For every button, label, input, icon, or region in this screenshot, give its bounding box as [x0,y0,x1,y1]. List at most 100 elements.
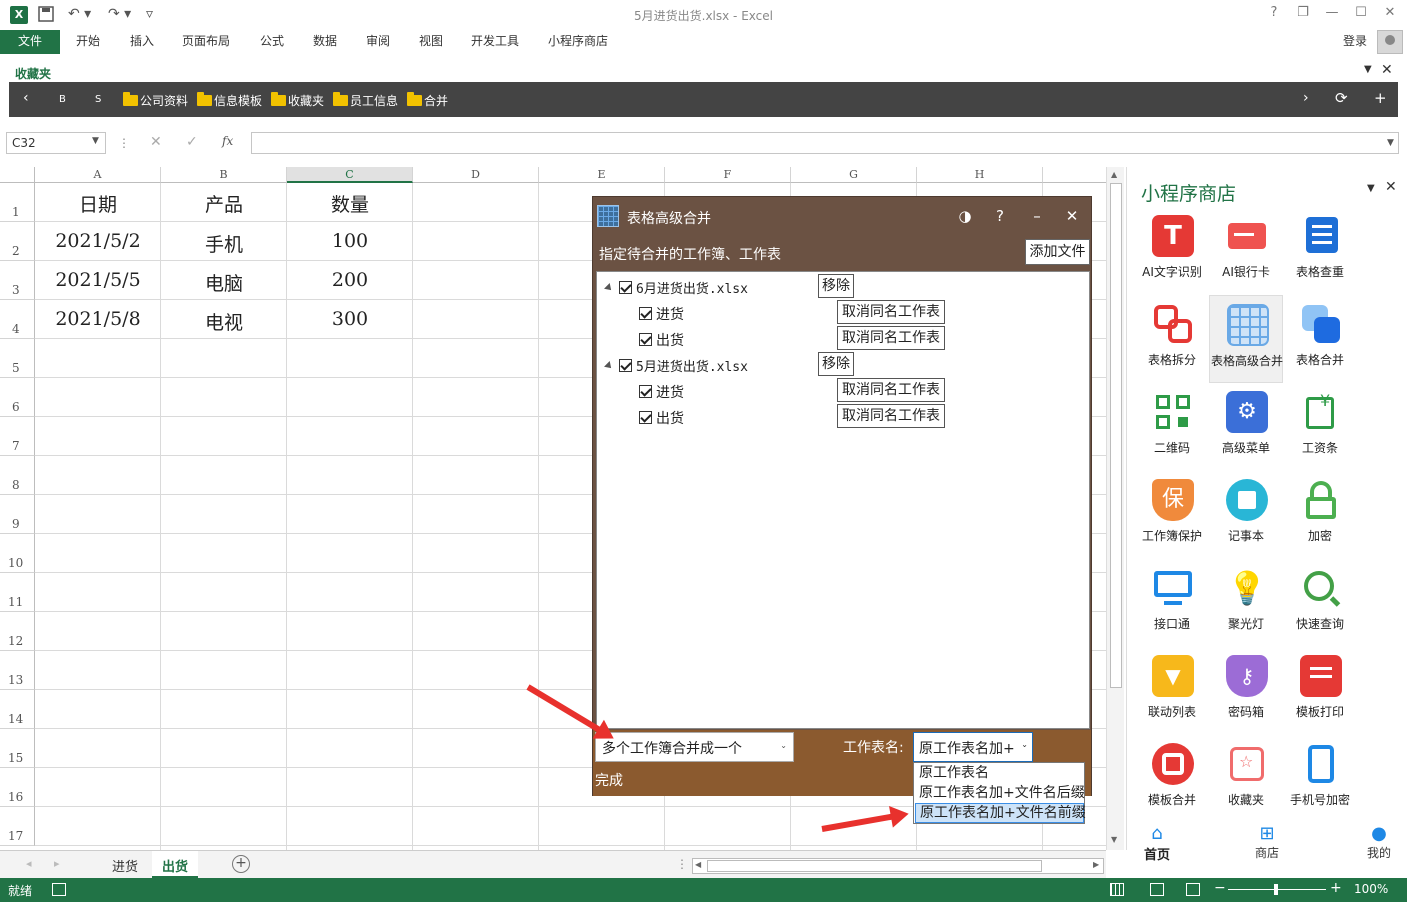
checkbox[interactable] [619,359,632,372]
tab-data[interactable]: 数据 [303,30,347,54]
cell-c3[interactable]: 200 [287,269,413,291]
app-ai-bankcard[interactable]: AI银行卡 [1209,207,1283,295]
sheet-tab-sales[interactable]: 出货 [152,851,199,878]
sheet-next-icon[interactable]: ▸ [54,857,60,870]
row-header[interactable]: 8 [0,456,35,495]
zoom-in-icon[interactable]: + [1330,880,1342,896]
panel-nav-home[interactable]: ⌂ 首页 [1127,823,1187,863]
app-table-advanced-merge[interactable]: 表格高级合并 [1209,295,1283,383]
folder-staff[interactable]: 员工信息 [333,92,398,109]
cell-c1[interactable]: 数量 [287,190,413,217]
scroll-down-icon[interactable]: ▼ [1111,835,1117,844]
tab-home[interactable]: 开始 [66,30,110,54]
function-icon[interactable]: fx [222,134,233,148]
tab-developer[interactable]: 开发工具 [461,30,529,54]
cell-b4[interactable]: 电视 [161,308,287,335]
ribbon-display-button[interactable]: ❐ [1293,5,1313,20]
checkbox[interactable] [639,307,652,320]
column-header[interactable]: C [287,167,413,183]
row-header[interactable]: 1 [0,183,35,222]
tab-page-layout[interactable]: 页面布局 [172,30,240,54]
add-file-button[interactable]: 添加文件 [1025,239,1090,265]
app-workbook-protect[interactable]: 保 工作簿保护 [1135,471,1209,559]
row-header[interactable]: 3 [0,261,35,300]
cell-c4[interactable]: 300 [287,308,413,330]
select-all-corner[interactable] [0,167,35,183]
tree-node-sheet[interactable]: 出货 [639,408,684,428]
tree-node-sheet[interactable]: 出货 [639,330,684,350]
column-header[interactable]: D [413,167,539,183]
remove-button[interactable]: 移除 [818,352,854,376]
app-template-print[interactable]: 模板打印 [1283,647,1357,735]
row-header[interactable]: 14 [0,690,35,729]
confirm-icon[interactable]: ✓ [186,134,198,150]
cancel-same-sheet-button[interactable]: 取消同名工作表 [837,404,945,428]
cell-b2[interactable]: 手机 [161,230,287,257]
cell-b1[interactable]: 产品 [161,190,287,217]
minimize-button[interactable]: — [1322,5,1342,20]
app-payslip[interactable]: ¥ 工资条 [1283,383,1357,471]
row-header[interactable]: 12 [0,612,35,651]
checkbox[interactable] [639,385,652,398]
cancel-same-sheet-button[interactable]: 取消同名工作表 [837,326,945,350]
app-table-split[interactable]: 表格拆分 [1135,295,1209,383]
maximize-button[interactable]: ☐ [1351,5,1371,20]
row-header[interactable]: 15 [0,729,35,768]
expand-formula-icon[interactable]: ▼ [1387,138,1394,148]
app-password-box[interactable]: ⚷ 密码箱 [1209,647,1283,735]
app-table-merge[interactable]: 表格合并 [1283,295,1357,383]
app-encrypt[interactable]: 加密 [1283,471,1357,559]
help-button[interactable]: ? [1264,5,1284,20]
app-favorites[interactable]: ☆ 收藏夹 [1209,735,1283,823]
app-spotlight[interactable]: 💡 聚光灯 [1209,559,1283,647]
cell-a1[interactable]: 日期 [35,190,161,217]
tab-mini-store[interactable]: 小程序商店 [538,30,618,54]
zoom-slider-thumb[interactable] [1274,884,1278,895]
formula-input[interactable] [251,132,1399,154]
chevron-left-icon[interactable]: ‹ [23,90,29,106]
scroll-thumb[interactable] [1110,183,1122,688]
column-header[interactable]: H [917,167,1043,183]
app-advanced-menu[interactable]: ⚙ 高级菜单 [1209,383,1283,471]
nav-b-button[interactable]: B [59,94,66,105]
chevron-down-icon[interactable]: ▼ [1367,183,1375,194]
app-phone-encrypt[interactable]: 手机号加密 [1283,735,1357,823]
dialog-close-icon[interactable]: ✕ [1062,207,1082,225]
nav-s-button[interactable]: S [95,94,101,105]
add-sheet-icon[interactable]: + [232,855,250,873]
row-header[interactable]: 10 [0,534,35,573]
cancel-same-sheet-button[interactable]: 取消同名工作表 [837,300,945,324]
folder-company[interactable]: 公司资料 [123,92,188,109]
app-ai-ocr[interactable]: T AI文字识别 [1135,207,1209,295]
tab-insert[interactable]: 插入 [120,30,164,54]
app-interface[interactable]: 接口通 [1135,559,1209,647]
cell-a3[interactable]: 2021/5/5 [35,269,161,291]
close-button[interactable]: ✕ [1380,5,1400,20]
tree-node-workbook[interactable]: 6月进货出货.xlsx [604,278,748,297]
zoom-out-icon[interactable]: − [1214,880,1226,896]
column-header[interactable]: B [161,167,287,183]
column-header[interactable]: A [35,167,161,183]
expand-icon[interactable] [604,361,614,371]
panel-nav-store[interactable]: ⊞ 商店 [1237,823,1297,861]
row-header[interactable]: 11 [0,573,35,612]
dialog-minimize-icon[interactable]: – [1027,207,1047,225]
app-qrcode[interactable]: 二维码 [1135,383,1209,471]
app-notepad[interactable]: 记事本 [1209,471,1283,559]
name-box-dropdown-icon[interactable]: ▼ [92,136,99,146]
folder-merge[interactable]: 合并 [407,92,448,109]
column-header[interactable]: F [665,167,791,183]
tree-node-sheet[interactable]: 进货 [639,304,684,324]
vertical-scrollbar[interactable]: ▲ ▼ [1106,167,1124,850]
sheet-tab-purchase[interactable]: 进货 [102,851,148,878]
add-icon[interactable]: + [1374,89,1387,107]
row-header[interactable]: 13 [0,651,35,690]
column-header[interactable]: G [791,167,917,183]
zoom-level[interactable]: 100% [1354,882,1388,896]
page-break-view-icon[interactable] [1186,883,1200,896]
cancel-same-sheet-button[interactable]: 取消同名工作表 [837,378,945,402]
app-linked-list[interactable]: ▼ 联动列表 [1135,647,1209,735]
sheet-name-select[interactable]: 原工作表名加+ ⌄ [913,732,1033,762]
folder-templates[interactable]: 信息模板 [197,92,262,109]
panel-nav-mine[interactable]: ● 我的 [1349,823,1407,861]
